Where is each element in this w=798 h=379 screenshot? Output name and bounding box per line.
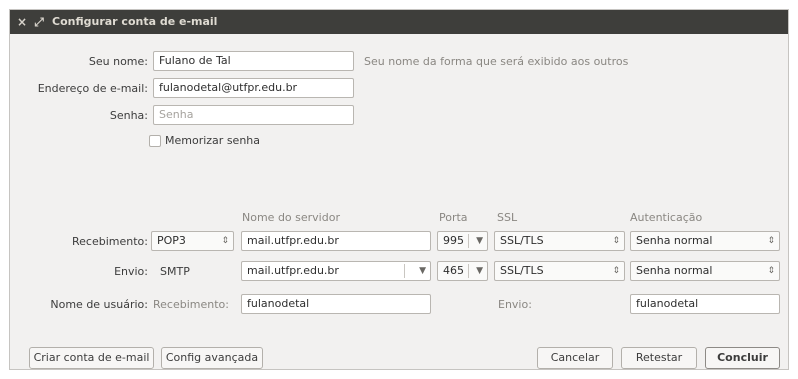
outgoing-server-select[interactable]: mail.utfpr.edu.br ▼ [241, 261, 431, 281]
username-label: Nome de usuário: [50, 298, 148, 311]
username-outgoing-label: Envio: [498, 298, 532, 311]
advanced-config-button[interactable]: Config avançada [161, 347, 263, 369]
incoming-label: Recebimento: [72, 235, 148, 248]
ssl-header: SSL [497, 211, 518, 224]
outgoing-ssl-select[interactable]: SSL/TLS ⇕ [494, 261, 625, 281]
email-label: Endereço de e-mail: [37, 82, 148, 95]
name-field[interactable]: Fulano de Tal [153, 51, 354, 71]
create-account-button[interactable]: Criar conta de e-mail [29, 347, 154, 369]
close-icon[interactable]: × [16, 10, 28, 34]
email-field[interactable]: fulanodetal@utfpr.edu.br [153, 78, 354, 98]
outgoing-ssl-value: SSL/TLS [500, 264, 544, 277]
dropdown-arrow-icon: ▼ [419, 266, 426, 276]
name-label: Seu nome: [88, 55, 148, 68]
incoming-protocol-value: POP3 [157, 234, 186, 247]
username-incoming-field[interactable]: fulanodetal [241, 294, 431, 314]
cancel-button[interactable]: Cancelar [537, 347, 613, 369]
resize-icon[interactable]: ⤢ [32, 10, 46, 34]
up-down-arrows-icon: ⇕ [767, 266, 775, 276]
outgoing-port-value: 465 [443, 264, 464, 277]
name-hint: Seu nome da forma que será exibido aos o… [364, 55, 629, 68]
incoming-server-field[interactable]: mail.utfpr.edu.br [241, 231, 431, 251]
up-down-arrows-icon: ⇕ [767, 236, 775, 246]
auth-header: Autenticação [630, 211, 703, 224]
username-incoming-label: Recebimento: [153, 298, 229, 311]
username-outgoing-field[interactable]: fulanodetal [630, 294, 780, 314]
incoming-ssl-value: SSL/TLS [500, 234, 544, 247]
account-setup-dialog: × ⤢ Configurar conta de e-mail Seu nome:… [9, 9, 789, 370]
up-down-arrows-icon: ⇕ [612, 266, 620, 276]
password-field[interactable]: Senha [153, 105, 354, 125]
incoming-auth-select[interactable]: Senha normal ⇕ [630, 231, 780, 251]
server-name-header: Nome do servidor [242, 211, 340, 224]
password-label: Senha: [109, 109, 148, 122]
up-down-arrows-icon: ⇕ [612, 236, 620, 246]
done-button[interactable]: Concluir [705, 347, 780, 369]
outgoing-server-value: mail.utfpr.edu.br [247, 264, 339, 277]
dropdown-arrow-icon: ▼ [476, 266, 483, 276]
retest-button[interactable]: Retestar [621, 347, 697, 369]
dropdown-arrow-icon: ▼ [476, 236, 483, 246]
incoming-ssl-select[interactable]: SSL/TLS ⇕ [494, 231, 625, 251]
dialog-title: Configurar conta de e-mail [52, 15, 218, 28]
incoming-port-select[interactable]: 995 ▼ [437, 231, 488, 251]
port-header: Porta [439, 211, 468, 224]
outgoing-protocol: SMTP [160, 265, 190, 278]
incoming-port-value: 995 [443, 234, 464, 247]
outgoing-auth-select[interactable]: Senha normal ⇕ [630, 261, 780, 281]
outgoing-auth-value: Senha normal [636, 264, 713, 277]
incoming-protocol-select[interactable]: POP3 ⇕ [151, 231, 234, 251]
up-down-arrows-icon: ⇕ [221, 236, 229, 246]
outgoing-port-select[interactable]: 465 ▼ [437, 261, 488, 281]
remember-password-label: Memorizar senha [165, 134, 260, 147]
remember-password-checkbox[interactable] [149, 135, 161, 147]
outgoing-label: Envio: [114, 265, 148, 278]
incoming-auth-value: Senha normal [636, 234, 713, 247]
title-bar: × ⤢ Configurar conta de e-mail [10, 10, 788, 34]
